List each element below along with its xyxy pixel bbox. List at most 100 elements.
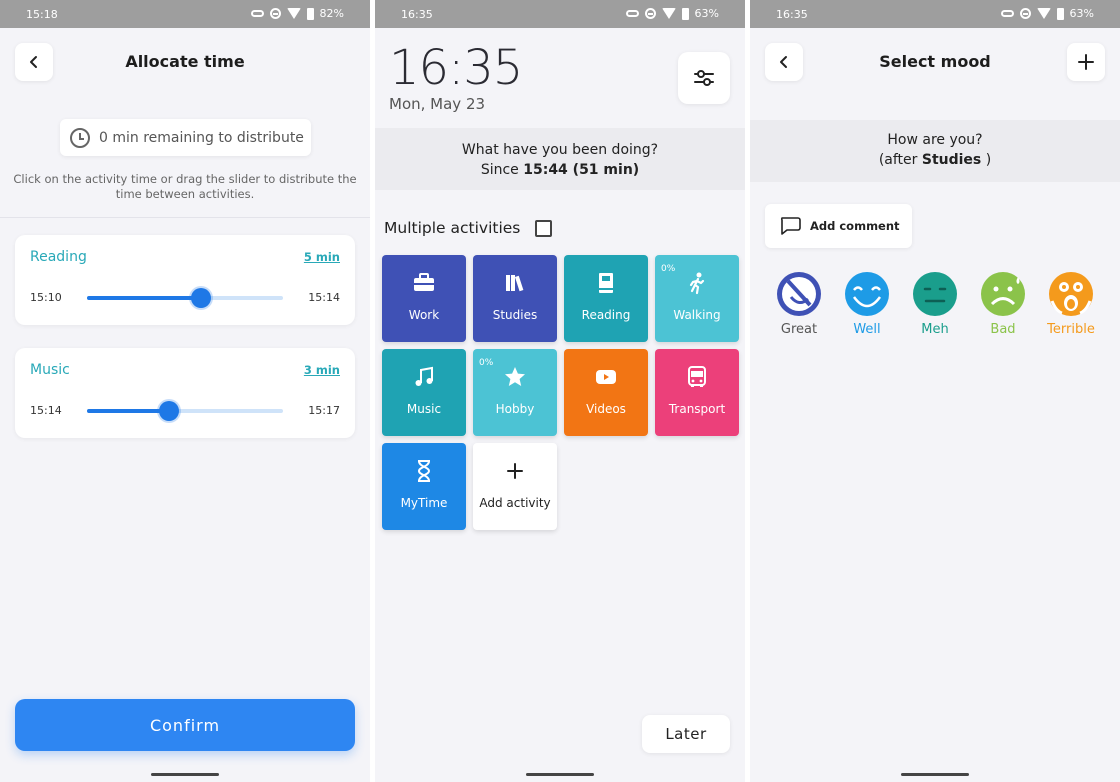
briefcase-icon: [414, 273, 434, 291]
mood-label: Bad: [990, 322, 1016, 337]
wifi-icon: [286, 8, 301, 19]
tile-label: Work: [408, 308, 440, 322]
after-prefix: (after: [878, 152, 918, 168]
activity-duration-link[interactable]: 3 min: [304, 363, 340, 377]
tile-label: Reading: [581, 308, 631, 322]
tile-walking[interactable]: 0% Walking: [655, 255, 739, 342]
divider: [0, 217, 370, 218]
tile-label: Walking: [673, 308, 721, 322]
activity-card-reading: Reading 5 min 15:10 15:14: [15, 235, 355, 325]
do-not-disturb-icon: [1019, 8, 1031, 19]
music-note-icon: [415, 366, 433, 386]
battery-icon: [306, 7, 314, 20]
tile-mytime[interactable]: MyTime: [382, 443, 466, 530]
battery-level: 63%: [694, 7, 719, 20]
mood-label: Well: [853, 322, 881, 337]
multiple-activities-checkbox[interactable]: [535, 220, 552, 237]
add-comment-label: Add comment: [810, 219, 900, 233]
status-time: 16:35: [776, 8, 808, 21]
comment-bubble-icon: [780, 217, 801, 235]
walking-icon: [689, 272, 705, 295]
bus-icon: [688, 366, 706, 387]
tile-studies[interactable]: Studies: [473, 255, 557, 342]
link-icon: [1000, 10, 1014, 17]
slider-thumb[interactable]: [190, 288, 211, 308]
since-label: Since: [480, 162, 519, 178]
time-slider[interactable]: [87, 288, 283, 308]
plus-icon: [1078, 54, 1094, 70]
activity-duration-link[interactable]: 5 min: [304, 250, 340, 264]
start-time: 15:14: [30, 404, 62, 417]
filter-button[interactable]: [678, 52, 730, 104]
mood-label: Terrible: [1047, 322, 1095, 337]
tile-videos[interactable]: Videos: [564, 349, 648, 436]
books-icon: [506, 275, 524, 292]
status-time: 15:18: [26, 8, 58, 21]
slider-fill: [87, 409, 170, 413]
plus-icon: [507, 463, 523, 479]
status-time: 16:35: [401, 8, 433, 21]
remaining-text: 0 min remaining to distribute: [99, 129, 304, 146]
add-mood-button[interactable]: [1067, 43, 1105, 81]
mood-meh[interactable]: Meh: [905, 271, 965, 337]
tile-work[interactable]: Work: [382, 255, 466, 342]
mood-terrible[interactable]: Terrible: [1041, 271, 1101, 337]
slider-fill: [87, 296, 201, 300]
activity-name: Music: [30, 362, 70, 378]
status-bar: 16:35 63%: [750, 0, 1120, 28]
mood-bad[interactable]: Bad: [973, 271, 1033, 337]
star-icon: [505, 367, 525, 386]
tile-percent: 0%: [661, 264, 676, 274]
terrible-face-icon: [1049, 272, 1093, 316]
activity-name: Reading: [30, 249, 87, 265]
tile-label: Hobby: [495, 402, 535, 416]
since-value: 15:44 (51 min): [523, 162, 640, 178]
clock-icon: [70, 127, 90, 148]
tile-add-activity[interactable]: Add activity: [473, 443, 557, 530]
mood-great[interactable]: Great: [769, 271, 829, 337]
tile-label: Studies: [492, 308, 538, 322]
start-time: 15:10: [30, 291, 62, 304]
tile-percent: 0%: [479, 358, 494, 368]
tile-label: Transport: [668, 402, 726, 416]
page-title: Select mood: [879, 52, 991, 71]
battery-icon: [681, 7, 689, 20]
after-activity: Studies: [921, 152, 982, 168]
end-time: 15:17: [308, 404, 340, 417]
do-not-disturb-icon: [644, 8, 656, 19]
mood-question-box: How are you? (after Studies ): [750, 120, 1120, 182]
multiple-activities-label: Multiple activities: [384, 219, 521, 237]
page-title: Allocate time: [125, 52, 245, 71]
mood-label: Meh: [921, 322, 949, 337]
activity-picker-screen: 16:35 63% 16:35 Mon, May 23 What have yo…: [375, 0, 745, 782]
status-bar: 15:18 82%: [0, 0, 370, 28]
confirm-button[interactable]: Confirm: [15, 699, 355, 751]
nav-gesture-bar: [526, 773, 594, 776]
tile-reading[interactable]: Reading: [564, 255, 648, 342]
tile-label: Add activity: [479, 496, 551, 510]
mood-well[interactable]: Well: [837, 271, 897, 337]
current-time: 16:35: [389, 40, 523, 96]
remaining-badge: 0 min remaining to distribute: [60, 119, 311, 156]
time-slider[interactable]: [87, 401, 283, 421]
bad-face-icon: [981, 272, 1025, 316]
tile-music[interactable]: Music: [382, 349, 466, 436]
link-icon: [625, 10, 639, 17]
instruction-text: Click on the activity time or drag the s…: [13, 172, 357, 201]
tile-hobby[interactable]: 0% Hobby: [473, 349, 557, 436]
tile-transport[interactable]: Transport: [655, 349, 739, 436]
meh-face-icon: [913, 272, 957, 316]
sliders-icon: [694, 70, 714, 86]
battery-icon: [1056, 7, 1064, 20]
doing-question-box: What have you been doing? Since 15:44 (5…: [375, 128, 745, 190]
select-mood-screen: 16:35 63% Select mood How are you? (afte…: [750, 0, 1120, 782]
allocate-time-screen: 15:18 82% Allocate time 0 min remaining …: [0, 0, 370, 782]
link-icon: [250, 10, 264, 17]
later-button[interactable]: Later: [642, 715, 730, 753]
after-suffix: ): [985, 152, 992, 168]
youtube-icon: [596, 370, 616, 384]
slider-thumb[interactable]: [159, 401, 180, 421]
add-comment-button[interactable]: Add comment: [765, 204, 912, 248]
tile-label: Videos: [586, 402, 626, 416]
end-time: 15:14: [308, 291, 340, 304]
